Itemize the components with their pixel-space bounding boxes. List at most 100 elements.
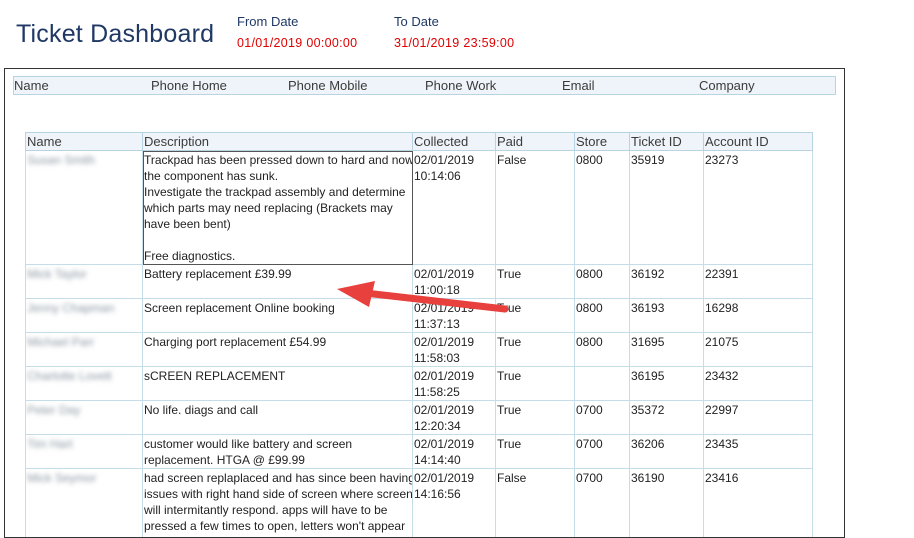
description-line: Battery replacement £39.99 xyxy=(144,266,412,282)
cell-store[interactable]: 0800 xyxy=(575,265,630,299)
cell-store[interactable]: 0800 xyxy=(575,299,630,333)
collected-line: 14:14:40 xyxy=(414,452,495,468)
customer-header-row: Name Phone Home Phone Mobile Phone Work … xyxy=(13,76,836,95)
collected-line: 02/01/2019 xyxy=(414,368,495,384)
cell-paid[interactable]: True xyxy=(496,435,575,469)
to-date-block: To Date 31/01/2019 23:59:00 xyxy=(394,14,514,50)
cell-name[interactable]: Susan Smith xyxy=(26,151,143,265)
customer-col-phone-work[interactable]: Phone Work xyxy=(425,78,496,93)
col-header-paid[interactable]: Paid xyxy=(496,133,575,151)
collected-line: 02/01/2019 xyxy=(414,152,495,168)
cell-paid-text: False xyxy=(497,471,526,485)
cell-ticket-id[interactable]: 36206 xyxy=(630,435,704,469)
cell-account-id[interactable]: 16298 xyxy=(704,299,813,333)
cell-ticket-id[interactable]: 35372 xyxy=(630,401,704,435)
cell-name[interactable]: Mick Taylor xyxy=(26,265,143,299)
cell-description[interactable]: No life. diags and call xyxy=(143,401,413,435)
cell-account-id[interactable]: 23273 xyxy=(704,151,813,265)
cell-ticket-id-text: 36192 xyxy=(631,267,664,281)
cell-account-id[interactable]: 22391 xyxy=(704,265,813,299)
cell-ticket-id[interactable]: 36193 xyxy=(630,299,704,333)
from-date-value[interactable]: 01/01/2019 00:00:00 xyxy=(237,36,357,50)
col-header-ticket-id[interactable]: Ticket ID xyxy=(630,133,704,151)
cell-store[interactable]: 0700 xyxy=(575,435,630,469)
cell-store[interactable]: 0800 xyxy=(575,333,630,367)
customer-col-phone-home[interactable]: Phone Home xyxy=(151,78,227,93)
description-line: which parts may need replacing (Brackets… xyxy=(144,200,412,216)
cell-account-id[interactable]: 22997 xyxy=(704,401,813,435)
customer-col-phone-mobile[interactable]: Phone Mobile xyxy=(288,78,368,93)
cell-ticket-id[interactable]: 36195 xyxy=(630,367,704,401)
collected-line: 12:20:34 xyxy=(414,418,495,434)
table-row[interactable]: Susan Smith Trackpad has been pressed dow… xyxy=(26,151,813,265)
description-line: No life. diags and call xyxy=(144,402,412,418)
col-header-description[interactable]: Description xyxy=(143,133,413,151)
cell-store[interactable]: 0800 xyxy=(575,151,630,265)
cell-collected[interactable]: 02/01/201914:16:56 xyxy=(413,469,496,538)
cell-collected[interactable]: 02/01/201912:20:34 xyxy=(413,401,496,435)
cell-name-text: Susan Smith xyxy=(27,153,95,167)
cell-ticket-id-text: 36195 xyxy=(631,369,664,383)
cell-account-id-text: 21075 xyxy=(705,335,738,349)
cell-name[interactable]: Michael Parr xyxy=(26,333,143,367)
cell-account-id-text: 23432 xyxy=(705,369,738,383)
cell-paid[interactable]: True xyxy=(496,401,575,435)
cell-name[interactable]: Mick Seymor xyxy=(26,469,143,538)
cell-ticket-id[interactable]: 35919 xyxy=(630,151,704,265)
cell-store[interactable] xyxy=(575,367,630,401)
cell-name-text: Charlotte Lovett xyxy=(27,369,112,383)
table-row[interactable]: Michael ParrCharging port replacement £5… xyxy=(26,333,813,367)
cell-ticket-id[interactable]: 36190 xyxy=(630,469,704,538)
cell-paid[interactable]: True xyxy=(496,367,575,401)
cell-account-id[interactable]: 23416 xyxy=(704,469,813,538)
cell-paid-text: True xyxy=(497,437,521,451)
cell-paid[interactable]: True xyxy=(496,333,575,367)
cell-store[interactable]: 0700 xyxy=(575,469,630,538)
cell-account-id[interactable]: 23435 xyxy=(704,435,813,469)
cell-name[interactable]: Jenny Chapman xyxy=(26,299,143,333)
cell-store-text: 0700 xyxy=(576,471,603,485)
cell-collected[interactable]: 02/01/201911:58:03 xyxy=(413,333,496,367)
cell-store[interactable]: 0700 xyxy=(575,401,630,435)
cell-name[interactable]: Tim Hart xyxy=(26,435,143,469)
cell-store-text: 0800 xyxy=(576,301,603,315)
cell-collected[interactable]: 02/01/201911:58:25 xyxy=(413,367,496,401)
cell-description[interactable]: Trackpad has been pressed down to hard a… xyxy=(143,151,413,265)
collected-line: 14:16:56 xyxy=(414,486,495,502)
collected-line: 02/01/2019 xyxy=(414,266,495,282)
col-header-collected[interactable]: Collected xyxy=(413,133,496,151)
cell-description[interactable]: Charging port replacement £54.99 xyxy=(143,333,413,367)
cell-name-text: Tim Hart xyxy=(27,437,73,451)
table-row[interactable]: Mick Seymorhad screen replaplaced and ha… xyxy=(26,469,813,538)
table-row[interactable]: Peter DayNo life. diags and call02/01/20… xyxy=(26,401,813,435)
customer-col-email[interactable]: Email xyxy=(562,78,595,93)
cell-account-id[interactable]: 23432 xyxy=(704,367,813,401)
cell-ticket-id[interactable]: 36192 xyxy=(630,265,704,299)
description-line: the component has sunk. xyxy=(144,168,412,184)
cell-description[interactable]: sCREEN REPLACEMENT xyxy=(143,367,413,401)
tickets-header-row: Name Description Collected Paid Store Ti… xyxy=(26,133,813,151)
cell-ticket-id[interactable]: 31695 xyxy=(630,333,704,367)
table-row[interactable]: Charlotte Lovett sCREEN REPLACEMENT02/01/… xyxy=(26,367,813,401)
customer-col-company[interactable]: Company xyxy=(699,78,755,93)
col-header-account-id[interactable]: Account ID xyxy=(704,133,813,151)
customer-col-name[interactable]: Name xyxy=(14,78,49,93)
col-header-name[interactable]: Name xyxy=(26,133,143,151)
cell-store-text: 0800 xyxy=(576,267,603,281)
col-header-store[interactable]: Store xyxy=(575,133,630,151)
cell-paid[interactable]: False xyxy=(496,151,575,265)
cell-description[interactable]: customer would like battery and screenre… xyxy=(143,435,413,469)
cell-name[interactable]: Charlotte Lovett xyxy=(26,367,143,401)
cell-description[interactable]: had screen replaplaced and has since bee… xyxy=(143,469,413,538)
to-date-value[interactable]: 31/01/2019 23:59:00 xyxy=(394,36,514,50)
cell-paid[interactable]: False xyxy=(496,469,575,538)
table-row[interactable]: Tim Hart customer would like battery and … xyxy=(26,435,813,469)
tickets-table: Name Description Collected Paid Store Ti… xyxy=(25,132,813,538)
description-line: sCREEN REPLACEMENT xyxy=(144,368,412,384)
cell-collected[interactable]: 02/01/201914:14:40 xyxy=(413,435,496,469)
cell-store-text: 0700 xyxy=(576,403,603,417)
cell-account-id[interactable]: 21075 xyxy=(704,333,813,367)
cell-collected[interactable]: 02/01/201910:14:06 xyxy=(413,151,496,265)
cell-name[interactable]: Peter Day xyxy=(26,401,143,435)
description-line: Charging port replacement £54.99 xyxy=(144,334,412,350)
